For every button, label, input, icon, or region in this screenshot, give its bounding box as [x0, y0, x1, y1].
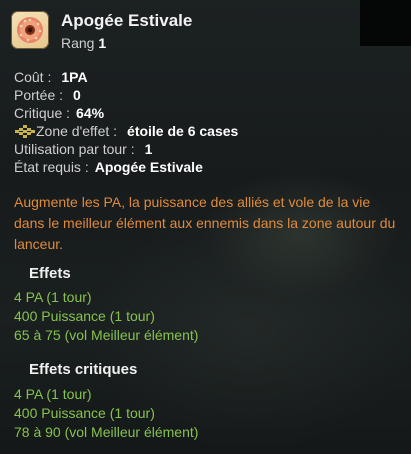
stat-zone: Zone d'effet : étoile de 6 cases — [14, 122, 238, 140]
zone-value: étoile de 6 cases — [127, 123, 239, 139]
critical-effects-title: Effets critiques — [29, 361, 138, 378]
cost-label: Coût : — [14, 69, 52, 85]
uses-label: Utilisation par tour : — [14, 141, 135, 157]
critical-value: 64% — [76, 105, 105, 121]
range-label: Portée : — [14, 87, 64, 103]
critical-effect-item: 78 à 90 (vol Meilleur élément) — [14, 424, 199, 440]
spell-description: Augmente les PA, la puissance des alliés… — [14, 194, 396, 252]
stat-critical: Critique : 64% — [14, 104, 238, 122]
state-value: Apogée Estivale — [94, 159, 203, 175]
stat-cost: Coût : 1PA — [14, 68, 238, 86]
uses-value: 1 — [144, 141, 153, 157]
effect-item: 65 à 75 (vol Meilleur élément) — [14, 327, 199, 343]
sun-donut-icon — [11, 11, 49, 49]
effect-item: 4 PA (1 tour) — [14, 289, 92, 305]
state-label: État requis : — [14, 159, 89, 175]
spell-name: Apogée Estivale — [61, 11, 193, 30]
critical-effects-list: 4 PA (1 tour) 400 Puissance (1 tour) 78 … — [14, 385, 198, 442]
spell-stats: Coût : 1PA Portée : 0 Critique : 64% Zone d… — [14, 68, 238, 176]
rank-value: 1 — [98, 35, 107, 51]
effect-item: 400 Puissance (1 tour) — [14, 308, 155, 324]
stat-required-state: État requis : Apogée Estivale — [14, 158, 238, 176]
rank-label: Rang — [61, 35, 95, 51]
effects-list: 4 PA (1 tour) 400 Puissance (1 tour) 65 … — [14, 288, 198, 345]
critical-label: Critique : — [14, 105, 71, 121]
critical-effect-item: 400 Puissance (1 tour) — [14, 405, 155, 421]
stat-uses: Utilisation par tour : 1 — [14, 140, 238, 158]
spell-rank: Rang 1 — [61, 35, 106, 51]
spell-tooltip: Apogée Estivale Rang 1 Coût : 1PA Portée … — [0, 0, 411, 454]
stat-range: Portée : 0 — [14, 86, 238, 104]
effects-title: Effets — [29, 265, 71, 282]
cost-value: 1PA — [61, 69, 88, 85]
zone-label: Zone d'effet : — [36, 123, 118, 139]
star-zone-icon — [14, 124, 36, 138]
corner-shadow — [360, 0, 411, 46]
critical-effect-item: 4 PA (1 tour) — [14, 386, 92, 402]
range-value: 0 — [73, 87, 81, 103]
